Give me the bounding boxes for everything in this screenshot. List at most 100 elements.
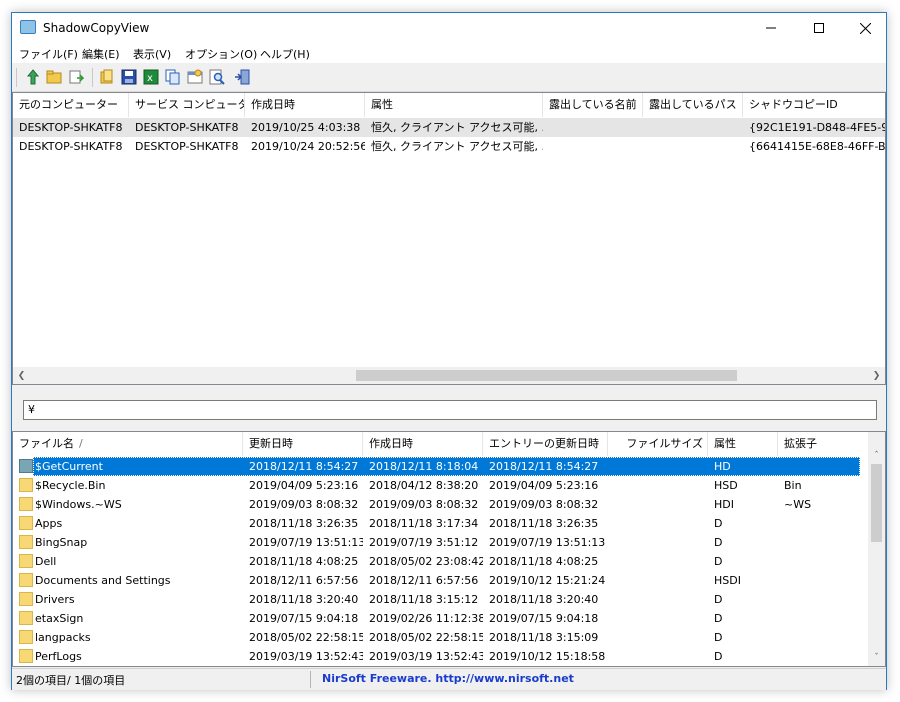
properties-icon[interactable] <box>187 69 203 85</box>
cell-modified: 2018/11/18 3:20:40 <box>249 593 359 606</box>
cell-attributes: 恒久, クライアント アクセス可能, ... <box>371 121 543 134</box>
menu-edit[interactable]: 編集(E) <box>82 46 120 62</box>
horizontal-scrollbar[interactable]: ❮ ❯ <box>13 367 885 384</box>
excel-icon[interactable]: x <box>143 69 159 85</box>
menu-options[interactable]: オプション(O) <box>185 46 257 62</box>
col-file-name[interactable]: ファイル名 / <box>13 432 243 456</box>
menu-help[interactable]: ヘルプ(H) <box>260 46 310 62</box>
col-created[interactable]: 作成日時 <box>363 432 483 456</box>
cell-created: 2019/07/19 3:51:12 <box>369 536 479 549</box>
cell-extension <box>778 457 868 476</box>
table-row[interactable]: $Windows.~WS 2019/09/03 8:08:32 2019/09/03… <box>13 495 868 514</box>
find-icon[interactable] <box>209 69 225 85</box>
cell-created: 2018/05/02 23:08:42 <box>369 555 483 568</box>
cell-file-size <box>608 514 708 533</box>
cell-created: 2019/10/24 20:52:56 <box>251 140 365 153</box>
folder-icon[interactable] <box>99 69 115 85</box>
cell-file-size <box>608 647 708 666</box>
col-file-size[interactable]: ファイルサイズ <box>608 432 708 456</box>
table-row[interactable]: Dell 2018/11/18 4:08:25 2018/05/02 23:08:4… <box>13 552 868 571</box>
table-row[interactable]: Drivers 2018/11/18 3:20:40 2018/11/18 3:15… <box>13 590 868 609</box>
status-separator <box>310 671 311 688</box>
menu-bar: ファイル(F) 編集(E) 表示(V) オプション(O) ヘルプ(H) <box>12 43 886 63</box>
table-row[interactable]: etaxSign 2019/07/15 9:04:18 2019/02/26 11:… <box>13 609 868 628</box>
cell-original-computer: DESKTOP-SHKATF8 <box>19 140 123 153</box>
scroll-right-icon[interactable]: ❯ <box>868 367 885 384</box>
scroll-left-icon[interactable]: ❮ <box>13 367 30 384</box>
menu-file[interactable]: ファイル(F) <box>19 46 78 62</box>
cell-extension <box>778 533 868 552</box>
cell-file-size <box>608 476 708 495</box>
cell-modified: 2019/07/15 9:04:18 <box>249 612 359 625</box>
cell-file-size <box>608 628 708 647</box>
cell-created: 2019/09/03 8:08:32 <box>369 498 479 511</box>
maximize-button[interactable] <box>800 13 838 43</box>
vertical-scrollbar[interactable]: ˆ ˇ <box>868 432 885 666</box>
toolbar-grip[interactable] <box>16 68 20 87</box>
minimize-icon <box>766 27 776 29</box>
cell-entry-modified: 2019/04/09 5:23:16 <box>489 479 599 492</box>
cell-file-name: $Recycle.Bin <box>35 479 106 492</box>
col-modified[interactable]: 更新日時 <box>243 432 363 456</box>
refresh-icon[interactable] <box>25 69 41 85</box>
table-row[interactable]: PerfLogs 2019/03/19 13:52:43 2019/03/19 13… <box>13 647 868 666</box>
col-original-computer[interactable]: 元のコンピューター <box>13 93 129 117</box>
table-row[interactable]: $Recycle.Bin 2019/04/09 5:23:16 2018/04/12… <box>13 476 868 495</box>
path-field[interactable]: ¥ <box>23 400 877 420</box>
col-created[interactable]: 作成日時 <box>245 93 365 117</box>
table-row[interactable]: BingSnap 2019/07/19 13:51:13 2019/07/19 3:… <box>13 533 868 552</box>
export-icon[interactable] <box>68 69 85 85</box>
file-list[interactable]: ファイル名 / 更新日時 作成日時 エントリーの更新日時 ファイルサイズ 属性 … <box>12 431 886 667</box>
table-row[interactable]: DESKTOP-SHKATF8 DESKTOP-SHKATF8 2019/10/… <box>13 137 885 156</box>
cell-attr: HDI <box>714 498 734 511</box>
scroll-down-icon[interactable]: ˇ <box>868 649 885 666</box>
col-shadow-copy-id[interactable]: シャドウコピーID <box>743 93 885 117</box>
scrollbar-thumb[interactable] <box>871 464 882 542</box>
scroll-up-icon[interactable]: ˆ <box>868 447 885 464</box>
cell-entry-modified: 2019/07/19 13:51:13 <box>489 536 606 549</box>
cell-file-size <box>608 495 708 514</box>
scrollbar-thumb[interactable] <box>356 370 737 381</box>
title-bar[interactable]: ShadowCopyView <box>12 13 886 43</box>
close-button[interactable] <box>846 13 884 43</box>
save-icon[interactable] <box>121 69 137 85</box>
table-row[interactable]: $GetCurrent 2018/12/11 8:54:27 2018/12/11 … <box>13 457 868 476</box>
col-attr[interactable]: 属性 <box>708 432 778 456</box>
col-entry-modified[interactable]: エントリーの更新日時 <box>483 432 608 456</box>
table-row[interactable]: Documents and Settings 2018/12/11 6:57:56… <box>13 571 868 590</box>
col-exposed-path[interactable]: 露出しているパス <box>643 93 743 117</box>
cell-modified: 2018/11/18 4:08:25 <box>249 555 359 568</box>
open-folder-icon[interactable] <box>46 69 62 85</box>
cell-modified: 2018/12/11 8:54:27 <box>249 460 359 473</box>
table-row[interactable]: langpacks 2018/05/02 22:58:15 2018/05/02 2… <box>13 628 868 647</box>
cell-exposed-path <box>643 118 743 137</box>
cell-created: 2019/02/26 11:12:38 <box>369 612 483 625</box>
cell-file-name: etaxSign <box>35 612 84 625</box>
toolbar-separator <box>92 68 93 87</box>
menu-view[interactable]: 表示(V) <box>133 46 171 62</box>
status-bar: 2個の項目/ 1個の項目 NirSoft Freeware. http://ww… <box>12 668 886 690</box>
table-row[interactable]: Apps 2018/11/18 3:26:35 2018/11/18 3:17:34… <box>13 514 868 533</box>
sort-indicator-icon: / <box>79 437 83 450</box>
exit-icon[interactable] <box>234 69 250 85</box>
minimize-button[interactable] <box>752 13 790 43</box>
col-file-name-label: ファイル名 <box>19 437 74 450</box>
table-row[interactable]: DESKTOP-SHKATF8 DESKTOP-SHKATF8 2019/10/… <box>13 118 885 137</box>
cell-modified: 2018/11/18 3:26:35 <box>249 517 359 530</box>
cell-exposed-path <box>643 137 743 156</box>
col-service-computer[interactable]: サービス コンピューター <box>129 93 245 117</box>
cell-file-size <box>608 609 708 628</box>
cell-modified: 2019/07/19 13:51:13 <box>249 536 363 549</box>
cell-created: 2019/10/25 4:03:38 <box>251 121 361 134</box>
shadow-copy-list[interactable]: 元のコンピューター サービス コンピューター 作成日時 属性 露出している名前 … <box>12 92 886 385</box>
cell-modified: 2019/04/09 5:23:16 <box>249 479 359 492</box>
cell-attr: HSDI <box>714 574 741 587</box>
cell-file-name: PerfLogs <box>35 650 82 663</box>
col-attributes[interactable]: 属性 <box>365 93 543 117</box>
cell-file-size <box>608 571 708 590</box>
copy-icon[interactable] <box>165 69 181 85</box>
nirsoft-link[interactable]: NirSoft Freeware. http://www.nirsoft.net <box>322 672 574 685</box>
cell-created: 2018/12/11 8:18:04 <box>369 460 479 473</box>
col-extension[interactable]: 拡張子 <box>778 432 868 456</box>
col-exposed-name[interactable]: 露出している名前 <box>543 93 643 117</box>
